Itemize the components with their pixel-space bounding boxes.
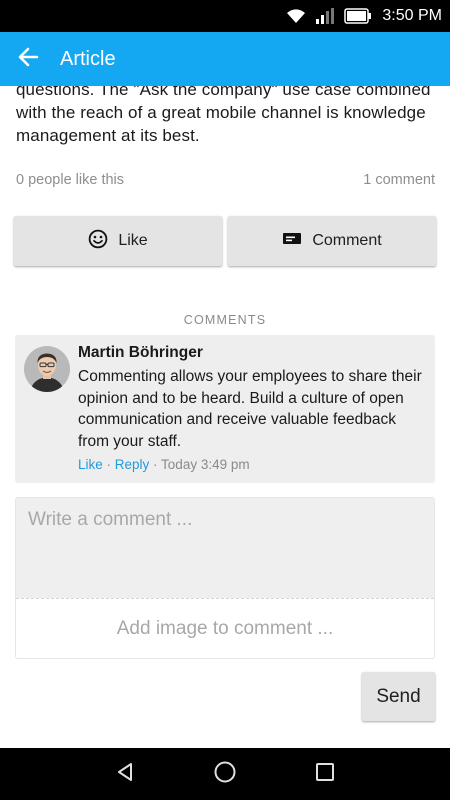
comment-compose: Add image to comment ... [15, 497, 435, 659]
comment-item: Martin Böhringer Commenting allows your … [15, 335, 435, 483]
comment-icon [282, 231, 312, 252]
comment-text: Commenting allows your employees to shar… [78, 368, 422, 450]
nav-recents-icon [314, 761, 336, 788]
likes-count: 0 people like this [16, 172, 125, 188]
separator: · [102, 457, 115, 472]
comment-author[interactable]: Martin Böhringer [78, 344, 203, 362]
smiley-icon [88, 229, 118, 254]
navigation-bar [0, 748, 450, 800]
comments-heading: COMMENTS [183, 313, 267, 327]
signal-icon [316, 8, 335, 24]
comments-count: 1 comment [363, 172, 435, 188]
article-content[interactable]: questions. The "Ask the company" use cas… [0, 86, 450, 748]
page-title: Article [60, 47, 116, 70]
nav-back-button[interactable] [95, 748, 155, 800]
status-time: 3:50 PM [382, 7, 442, 24]
battery-icon [344, 8, 372, 24]
nav-home-button[interactable] [195, 748, 255, 800]
like-button[interactable]: Like [14, 216, 222, 266]
separator: · [149, 457, 162, 472]
comment-like-link[interactable]: Like [78, 457, 103, 472]
comment-timestamp: Today 3:49 pm [161, 457, 250, 472]
wifi-icon [286, 8, 306, 24]
nav-home-icon [213, 760, 237, 789]
send-button[interactable]: Send [362, 672, 435, 721]
nav-recents-button[interactable] [295, 748, 355, 800]
comment-reply-link[interactable]: Reply [115, 457, 150, 472]
article-body: questions. The "Ask the company" use cas… [16, 86, 431, 145]
nav-back-icon [114, 761, 136, 788]
comment-button[interactable]: Comment [228, 216, 436, 266]
status-bar: 3:50 PM [0, 0, 450, 32]
arrow-back-icon [17, 46, 39, 73]
back-button[interactable] [0, 32, 56, 86]
app-bar: Article [0, 32, 450, 86]
status-icons: 3:50 PM [286, 0, 442, 32]
like-button-label: Like [118, 232, 148, 249]
add-image-button[interactable]: Add image to comment ... [16, 598, 434, 658]
comment-button-label: Comment [312, 232, 382, 249]
avatar[interactable] [24, 346, 70, 392]
comment-input[interactable] [16, 498, 434, 598]
article-meta: 0 people like this 1 comment [16, 172, 435, 188]
comment-actions: Like · Reply · Today 3:49 pm [78, 457, 250, 472]
